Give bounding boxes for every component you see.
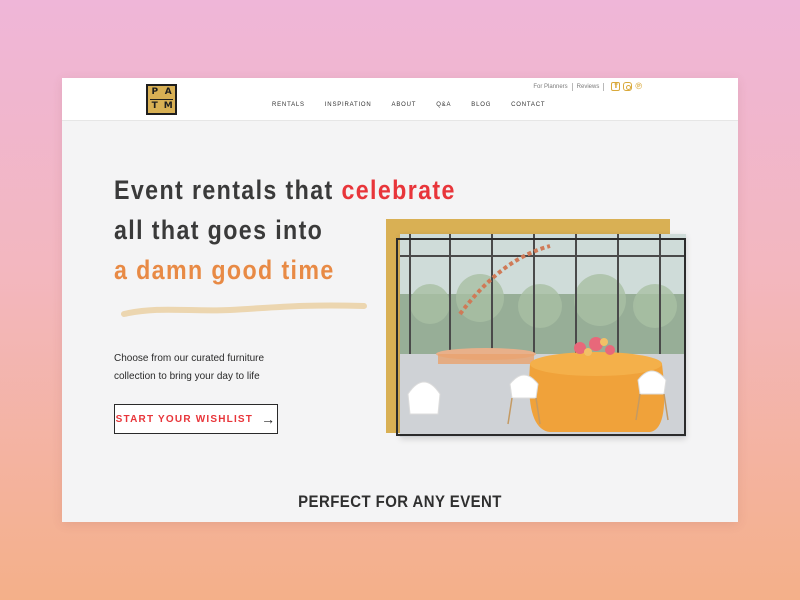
logo-divider — [150, 99, 173, 100]
nav-contact[interactable]: CONTACT — [511, 102, 545, 108]
event-photo-illustration — [400, 234, 686, 437]
nav-rentals[interactable]: RENTALS — [272, 102, 305, 108]
hero-event-photo — [400, 234, 686, 437]
utility-links: For Planners Reviews ℗ — [533, 81, 642, 91]
site-header: P A T M For Planners Reviews ℗ RENTALS I… — [62, 78, 738, 121]
instagram-icon[interactable] — [623, 82, 633, 91]
logo-letter: A — [164, 87, 172, 98]
nav-qa[interactable]: Q&A — [436, 102, 451, 108]
divider — [571, 82, 573, 91]
main-nav: RENTALS INSPIRATION ABOUT Q&A BLOG CONTA… — [272, 102, 565, 108]
brush-underline — [121, 302, 367, 317]
nav-about[interactable]: ABOUT — [392, 102, 417, 108]
logo-letter: P — [151, 87, 159, 98]
facebook-icon[interactable] — [611, 81, 621, 91]
for-planners-link[interactable]: For Planners — [533, 84, 567, 90]
start-wishlist-button[interactable]: START YOUR WISHLIST → — [114, 404, 278, 434]
pinterest-icon[interactable]: ℗ — [635, 82, 642, 91]
nav-blog[interactable]: BLOG — [471, 102, 491, 108]
hero-subtitle: Choose from our curated furniture collec… — [114, 353, 265, 382]
reviews-link[interactable]: Reviews — [577, 84, 600, 90]
divider — [603, 82, 605, 91]
nav-inspiration[interactable]: INSPIRATION — [325, 102, 372, 108]
browser-page: P A T M For Planners Reviews ℗ RENTALS I… — [62, 78, 738, 522]
logo-letter: M — [163, 100, 173, 111]
highlight-celebrate: celebrate — [341, 175, 456, 205]
brand-logo[interactable]: P A T M — [146, 84, 177, 115]
section-heading: PERFECT FOR ANY EVENT — [298, 492, 502, 511]
headline-line-1: Event rentals that celebrate — [114, 175, 456, 205]
logo-letter: T — [151, 100, 158, 111]
arrow-right-icon: → — [261, 411, 277, 427]
cta-label: START YOUR WISHLIST — [115, 413, 254, 425]
